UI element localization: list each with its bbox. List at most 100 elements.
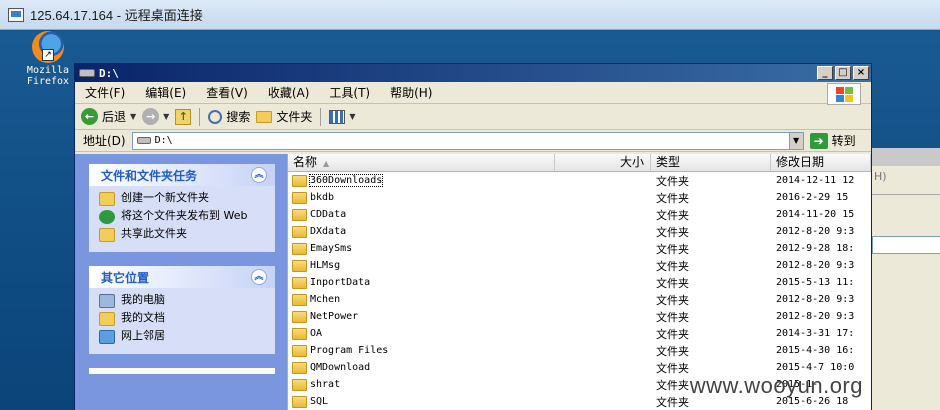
column-type[interactable]: 类型 (651, 154, 771, 171)
task-label: 创建一个新文件夹 (121, 191, 209, 204)
place-my-computer[interactable]: 我的电脑 (99, 294, 265, 308)
address-value: D:\ (154, 135, 173, 146)
place-label: 我的电脑 (121, 293, 165, 306)
folders-label: 文件夹 (276, 110, 313, 124)
file-row[interactable]: NetPower 文件夹 2012-8-20 9:3 (288, 308, 871, 325)
divider (872, 194, 940, 195)
shortcut-arrow-icon: ↗ (42, 49, 54, 61)
places-panel-header[interactable]: 其它位置 ︽ (89, 266, 275, 288)
window-title-bar[interactable]: D:\ _ □ × (75, 64, 871, 82)
file-name-cell: SQL (288, 395, 555, 408)
file-name: CDData (310, 209, 347, 220)
minimize-button[interactable]: _ (817, 66, 833, 80)
file-name: HLMsg (310, 260, 341, 271)
file-name: SQL (310, 396, 329, 407)
file-name-cell: shrat (288, 378, 555, 391)
rdp-title-bar: 125.64.17.164 - 远程桌面连接 (0, 0, 940, 30)
file-name: bkdb (310, 192, 335, 203)
file-row[interactable]: bkdb 文件夹 2016-2-29 15 (288, 189, 871, 206)
column-name[interactable]: 名称 ▲ (288, 154, 555, 171)
desktop-icon-firefox[interactable]: ↗ Mozilla Firefox (22, 31, 74, 87)
my-computer-icon (99, 294, 115, 308)
file-row[interactable]: InportData 文件夹 2015-5-13 11: (288, 274, 871, 291)
menu-tools[interactable]: 工具(T) (329, 84, 370, 101)
file-row[interactable]: HLMsg 文件夹 2012-8-20 9:3 (288, 257, 871, 274)
file-row[interactable]: Mchen 文件夹 2012-8-20 9:3 (288, 291, 871, 308)
menu-file[interactable]: 文件(F) (85, 84, 125, 101)
chevron-down-icon[interactable]: ▼ (130, 112, 136, 121)
file-type: 文件夹 (656, 344, 689, 358)
rdp-title: 125.64.17.164 - 远程桌面连接 (30, 8, 203, 23)
folder-icon (292, 208, 307, 221)
back-button[interactable]: ← 后退 ▼ (81, 108, 136, 125)
file-type: 文件夹 (656, 327, 689, 341)
maximize-button[interactable]: □ (835, 66, 851, 80)
views-button[interactable]: ▼ (329, 109, 356, 124)
file-name-cell: 360Downloads (288, 174, 555, 187)
search-icon (208, 109, 223, 124)
task-new-folder[interactable]: 创建一个新文件夹 (99, 192, 265, 206)
background-window-field[interactable] (872, 236, 940, 254)
place-label: 网上邻居 (121, 329, 165, 342)
menu-help[interactable]: 帮助(H) (390, 84, 432, 101)
file-row[interactable]: Program Files 文件夹 2015-4-30 16: (288, 342, 871, 359)
file-row[interactable]: CDData 文件夹 2014-11-20 15 (288, 206, 871, 223)
column-date[interactable]: 修改日期 (771, 154, 871, 171)
task-publish-web[interactable]: 将这个文件夹发布到 Web (99, 210, 265, 224)
file-date: 2015-4-7 10:0 (776, 362, 855, 373)
collapse-icon[interactable]: ︽ (251, 167, 267, 183)
menu-favorites[interactable]: 收藏(A) (268, 84, 310, 101)
places-panel-title: 其它位置 (101, 270, 150, 285)
search-button[interactable]: 搜索 (208, 108, 250, 125)
folder-icon (292, 225, 307, 238)
up-folder-icon[interactable]: ↑ (175, 108, 192, 125)
place-my-documents[interactable]: 我的文档 (99, 312, 265, 326)
file-date: 2012-8-20 9:3 (776, 294, 855, 305)
file-date: 2015-5-13 11: (776, 277, 855, 288)
close-button[interactable]: × (853, 66, 869, 80)
folder-icon (292, 395, 307, 408)
new-folder-icon (99, 192, 115, 206)
file-name-cell: InportData (288, 276, 555, 289)
folders-button[interactable]: 文件夹 (256, 108, 312, 125)
task-pane: 文件和文件夹任务 ︽ 创建一个新文件夹 将这个文件夹发布到 Web 共享此文件夹 (75, 154, 287, 410)
folder-icon (292, 293, 307, 306)
background-window-menu[interactable]: H) (874, 170, 887, 183)
file-name: QMDownload (310, 362, 371, 373)
go-button[interactable]: ➔ 转到 (809, 132, 856, 149)
forward-button[interactable]: → ▼ (142, 108, 169, 125)
search-label: 搜索 (226, 110, 251, 124)
folder-icon (292, 310, 307, 323)
back-arrow-icon: ← (81, 108, 98, 125)
file-row[interactable]: OA 文件夹 2014-3-31 17: (288, 325, 871, 342)
task-label: 共享此文件夹 (121, 227, 187, 240)
file-date: 2012-8-20 9:3 (776, 311, 855, 322)
place-network[interactable]: 网上邻居 (99, 330, 265, 344)
tasks-panel-header[interactable]: 文件和文件夹任务 ︽ (89, 164, 275, 186)
file-row[interactable]: DXdata 文件夹 2012-8-20 9:3 (288, 223, 871, 240)
forward-arrow-icon: → (142, 108, 160, 125)
toolbar: ← 后退 ▼ → ▼ ↑ 搜索 文件夹 ▼ (75, 104, 871, 130)
file-row[interactable]: EmaySms 文件夹 2012-9-28 18: (288, 240, 871, 257)
file-name: 360Downloads (308, 174, 384, 187)
go-label: 转到 (831, 134, 856, 148)
collapse-icon[interactable]: ︽ (251, 269, 267, 285)
folder-icon (292, 327, 307, 340)
address-dropdown-icon[interactable]: ▼ (788, 132, 803, 149)
menu-view[interactable]: 查看(V) (206, 84, 248, 101)
task-share-folder[interactable]: 共享此文件夹 (99, 228, 265, 242)
menu-edit[interactable]: 编辑(E) (145, 84, 186, 101)
folder-icon (292, 276, 307, 289)
address-input[interactable]: D:\ ▼ (131, 131, 804, 150)
file-type: 文件夹 (656, 242, 689, 256)
address-bar: 地址(D) D:\ ▼ ➔ 转到 (75, 130, 871, 152)
file-row[interactable]: 360Downloads 文件夹 2014-12-11 12 (288, 172, 871, 189)
column-size[interactable]: 大小 (555, 154, 651, 171)
file-name: shrat (310, 379, 341, 390)
chevron-down-icon[interactable]: ▼ (163, 112, 169, 121)
toolbar-separator (320, 107, 322, 126)
file-name-cell: Mchen (288, 293, 555, 306)
menu-bar: 文件(F) 编辑(E) 查看(V) 收藏(A) 工具(T) 帮助(H) (75, 82, 871, 105)
folder-icon (292, 378, 307, 391)
file-name-cell: OA (288, 327, 555, 340)
